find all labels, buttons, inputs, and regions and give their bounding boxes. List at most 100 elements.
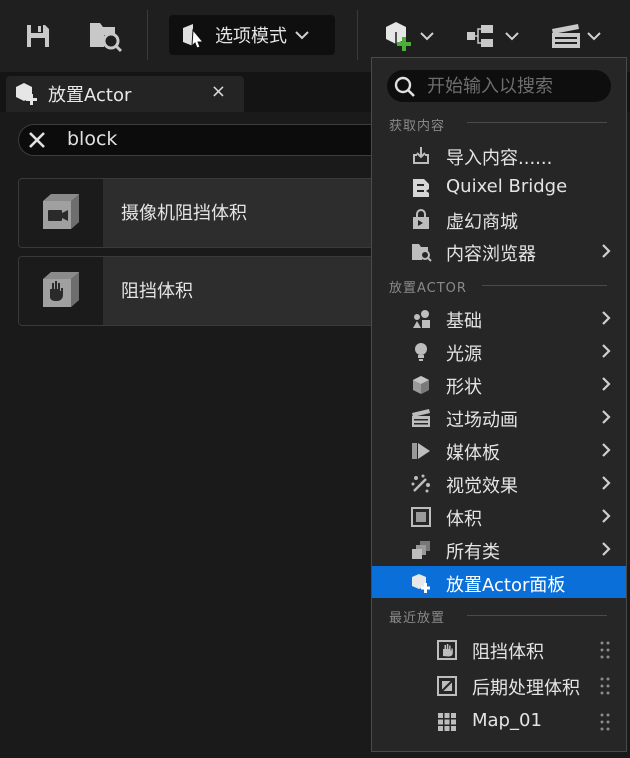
menu-item-label: 虚幻商城 (446, 212, 518, 233)
light-bulb-icon (410, 341, 432, 363)
menu-search-box[interactable] (387, 70, 611, 102)
save-button[interactable] (22, 20, 54, 52)
chevron-right-icon (602, 377, 611, 391)
post-process-volume-icon (437, 676, 457, 696)
chevron-right-icon (602, 443, 611, 457)
drag-handle-icon[interactable] (600, 712, 610, 732)
menu-item-label: 形状 (446, 377, 482, 398)
chevron-down-icon (295, 31, 309, 40)
visual-effects-icon (410, 473, 432, 495)
menu-item-media-plate[interactable]: 媒体板 (372, 434, 626, 466)
chevron-down-icon (420, 32, 434, 41)
menu-item-label: 放置Actor面板 (446, 575, 566, 596)
place-actor-icon (16, 83, 37, 105)
menu-item-label: Quixel Bridge (446, 176, 568, 197)
chevron-right-icon (602, 344, 611, 358)
result-item[interactable]: 阻挡体积 (18, 256, 418, 326)
toolbar-separator (357, 10, 358, 60)
place-actors-panel-icon (410, 572, 432, 594)
menu-item-volumes[interactable]: 体积 (372, 500, 626, 532)
blocking-volume-icon (43, 272, 79, 307)
result-thumbnail (19, 257, 103, 325)
chevron-right-icon (602, 542, 611, 556)
section-header-recent: 最近放置 (389, 611, 446, 626)
section-header-place-actor: 放置ACTOR (389, 281, 467, 296)
add-actor-icon (386, 22, 411, 51)
cube-shape-icon (410, 374, 432, 396)
browse-button[interactable] (86, 18, 124, 54)
recent-item-label: 阻挡体积 (472, 642, 544, 663)
search-icon (394, 76, 415, 97)
menu-item-marketplace[interactable]: 虚幻商城 (372, 203, 626, 235)
section-header-content: 获取内容 (389, 119, 446, 134)
add-actor-menu: 获取内容 导入内容...... Quixel Bridge 虚幻商城 内容浏览器… (371, 57, 627, 752)
menu-item-place-actors-panel[interactable]: 放置Actor面板 (372, 566, 626, 598)
quixel-bridge-icon (410, 177, 432, 199)
menu-item-label: 内容浏览器 (446, 244, 536, 265)
import-icon (410, 145, 432, 167)
drag-handle-icon[interactable] (600, 640, 610, 660)
menu-item-label: 光源 (446, 344, 482, 365)
save-icon (27, 25, 49, 47)
clapperboard-icon (552, 24, 580, 48)
actor-search-box[interactable]: block (18, 124, 418, 156)
menu-item-label: 导入内容...... (446, 148, 553, 169)
content-browser-icon (410, 241, 432, 263)
map-grid-icon (438, 713, 456, 731)
menu-item-quixel-bridge[interactable]: Quixel Bridge (372, 171, 626, 203)
blueprints-button[interactable] (462, 16, 522, 56)
menu-item-visual-effects[interactable]: 视觉效果 (372, 467, 626, 499)
mode-selector-button[interactable]: 选项模式 (169, 15, 335, 55)
section-divider (467, 615, 607, 616)
camera-blocking-volume-icon (43, 194, 79, 229)
menu-search-input[interactable] (427, 73, 607, 99)
close-tab-button[interactable]: × (211, 81, 226, 102)
add-actor-button[interactable] (378, 16, 438, 56)
clear-search-icon[interactable] (27, 130, 47, 150)
chevron-right-icon (602, 244, 611, 258)
search-input[interactable]: block (67, 128, 117, 150)
folder-search-icon (90, 23, 123, 53)
chevron-down-icon (587, 32, 601, 41)
menu-item-import[interactable]: 导入内容...... (372, 139, 626, 171)
recent-item[interactable]: 后期处理体积 (372, 669, 626, 703)
chevron-right-icon (602, 476, 611, 490)
result-item[interactable]: 摄像机阻挡体积 (18, 178, 418, 248)
media-plate-icon (410, 440, 432, 462)
menu-item-label: 体积 (446, 509, 482, 530)
basic-shapes-icon (410, 308, 432, 330)
recent-item-label: Map_01 (472, 710, 542, 731)
all-classes-icon (410, 539, 432, 561)
chevron-right-icon (602, 509, 611, 523)
tab-title: 放置Actor (48, 85, 132, 106)
menu-item-all-classes[interactable]: 所有类 (372, 533, 626, 565)
clapperboard-icon (410, 407, 432, 429)
menu-item-label: 基础 (446, 311, 482, 332)
result-label: 阻挡体积 (121, 281, 193, 302)
recent-item[interactable]: Map_01 (372, 705, 626, 739)
blueprint-graph-icon (467, 25, 493, 47)
chevron-right-icon (602, 311, 611, 325)
result-label: 摄像机阻挡体积 (121, 203, 247, 224)
chevron-right-icon (602, 410, 611, 424)
section-divider (482, 285, 607, 286)
menu-item-label: 视觉效果 (446, 476, 518, 497)
volume-icon (410, 506, 432, 528)
menu-item-shapes[interactable]: 形状 (372, 368, 626, 400)
menu-item-cinematics[interactable]: 过场动画 (372, 401, 626, 433)
menu-item-lights[interactable]: 光源 (372, 335, 626, 367)
chevron-down-icon (505, 32, 519, 41)
marketplace-icon (410, 209, 432, 231)
cinematics-button[interactable] (544, 16, 606, 56)
select-mode-icon (183, 24, 205, 48)
mode-label: 选项模式 (215, 26, 287, 47)
result-thumbnail (19, 179, 103, 247)
toolbar-separator (147, 10, 148, 60)
menu-item-label: 过场动画 (446, 410, 518, 431)
drag-handle-icon[interactable] (600, 676, 610, 696)
tab-place-actor[interactable]: 放置Actor × (6, 76, 244, 112)
menu-item-label: 媒体板 (446, 443, 500, 464)
recent-item[interactable]: 阻挡体积 (372, 633, 626, 667)
menu-item-basic[interactable]: 基础 (372, 302, 626, 334)
menu-item-content-browser[interactable]: 内容浏览器 (372, 235, 626, 267)
